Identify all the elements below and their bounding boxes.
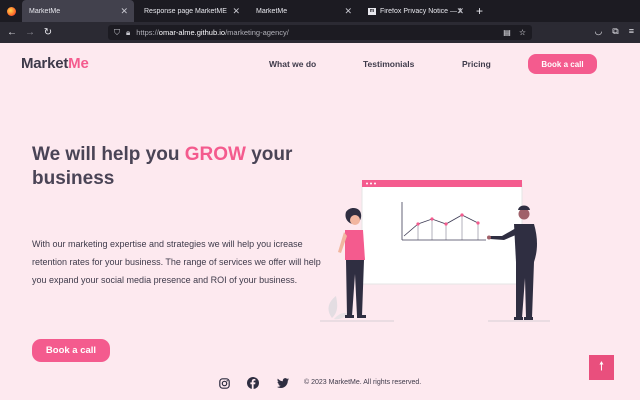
close-tab-icon[interactable]: ✕ [344, 6, 352, 17]
tab-response-page[interactable]: Response page MarketME ✕ [134, 0, 246, 22]
tab-marketme-2[interactable]: MarketMe ✕ [246, 0, 358, 22]
lock-icon[interactable]: 🔒︎ [126, 28, 130, 38]
hero-headline: We will help you GROW your business [32, 144, 293, 189]
site-logo[interactable]: MarketMe [21, 55, 89, 72]
book-call-button-header[interactable]: Book a call [528, 54, 597, 74]
forward-icon[interactable]: → [21, 27, 39, 38]
tab-label: MarketMe [256, 7, 288, 15]
mozilla-icon: m [368, 7, 376, 15]
nav-pricing[interactable]: Pricing [462, 59, 491, 69]
address-bar[interactable]: ⛉ 🔒︎ https://omar-alme.github.io/marketi… [108, 25, 532, 40]
firefox-logo-icon [0, 0, 22, 22]
book-call-button-hero[interactable]: Book a call [32, 339, 110, 362]
tab-marketme[interactable]: MarketMe ✕ [22, 0, 134, 22]
browser-nav-bar: ← → ↻ ⛉ 🔒︎ https://omar-alme.github.io/m… [0, 22, 640, 43]
scroll-to-top-button[interactable]: 🠕 [589, 355, 614, 380]
facebook-icon[interactable] [247, 377, 259, 389]
copyright-text: © 2023 MarketMe. All rights reserved. [304, 379, 422, 386]
tab-label: Firefox Privacy Notice — Mozilla [380, 7, 462, 15]
url-text: https://omar-alme.github.io/marketing-ag… [136, 28, 289, 37]
back-icon[interactable]: ← [3, 27, 21, 38]
arrow-up-icon: 🠕 [598, 359, 605, 373]
instagram-icon[interactable] [218, 377, 230, 389]
tab-label: MarketMe [29, 7, 61, 15]
new-tab-icon[interactable]: + [476, 4, 483, 18]
close-tab-icon[interactable]: ✕ [120, 6, 128, 17]
menu-icon[interactable]: ≡ [629, 26, 634, 37]
extensions-icon[interactable]: ⧉ [612, 26, 618, 37]
browser-tab-bar: MarketMe ✕ Response page MarketME ✕ Mark… [0, 0, 640, 22]
pocket-icon[interactable]: ◡ [594, 26, 602, 37]
nav-what-we-do[interactable]: What we do [269, 59, 316, 69]
hero-description: With our marketing expertise and strateg… [32, 239, 321, 285]
close-tab-icon[interactable]: ✕ [232, 6, 240, 17]
close-tab-icon[interactable]: ✕ [456, 6, 464, 17]
nav-testimonials[interactable]: Testimonials [363, 59, 414, 69]
reload-icon[interactable]: ↻ [39, 27, 57, 38]
twitter-icon[interactable] [277, 377, 289, 389]
tab-firefox-privacy[interactable]: m Firefox Privacy Notice — Mozilla ✕ [358, 0, 470, 22]
marketing-presentation-illustration [320, 180, 550, 322]
reader-view-icon[interactable]: ▤ [503, 28, 511, 37]
bookmark-star-icon[interactable]: ☆ [519, 28, 526, 37]
tab-label: Response page MarketME [144, 7, 227, 15]
shield-icon[interactable]: ⛉ [114, 28, 120, 38]
